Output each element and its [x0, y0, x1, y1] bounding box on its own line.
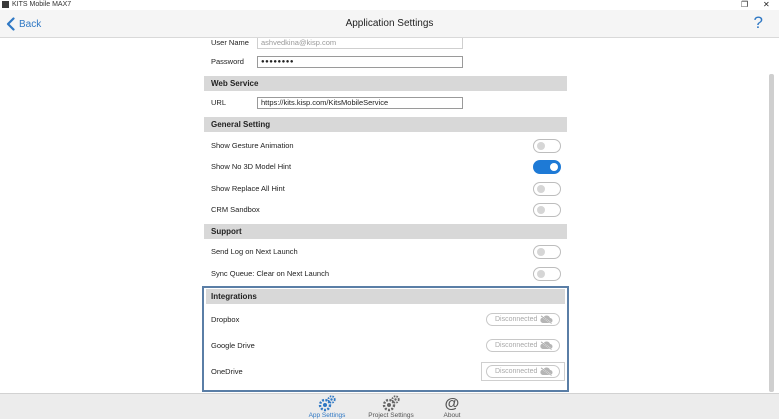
onedrive-connect-button[interactable]: Disconnected [486, 365, 560, 378]
setting-label: Show Replace All Hint [211, 184, 285, 193]
tab-project-settings[interactable]: Project Settings [361, 395, 421, 419]
tab-label: About [443, 412, 461, 419]
cloud-off-icon [540, 367, 553, 376]
url-label: URL [211, 98, 227, 107]
setting-label: Show No 3D Model Hint [211, 162, 292, 171]
gears-icon [318, 395, 336, 412]
gesture-animation-toggle[interactable] [533, 139, 561, 153]
replace-all-hint-toggle[interactable] [533, 182, 561, 196]
cloud-off-icon [540, 315, 553, 324]
toggle-knob [550, 163, 558, 171]
google-drive-connect-button[interactable]: Disconnected [486, 339, 560, 352]
navigation-bar: Back Application Settings ? [0, 10, 779, 38]
send-log-toggle[interactable] [533, 245, 561, 259]
toggle-knob [537, 270, 545, 278]
close-button[interactable]: ✕ [763, 0, 770, 10]
section-integrations: Integrations [206, 289, 565, 304]
tab-label: App Settings [308, 412, 346, 419]
tab-app-settings[interactable]: App Settings [297, 395, 357, 419]
toggle-knob [537, 248, 545, 256]
tab-label: Project Settings [368, 412, 414, 419]
at-sign-icon: @ [444, 395, 460, 412]
integration-label: Dropbox [211, 315, 240, 324]
setting-label: Send Log on Next Launch [211, 247, 298, 256]
page-title: Application Settings [345, 18, 434, 29]
section-web-service: Web Service [204, 76, 567, 91]
toggle-knob [537, 142, 545, 150]
sync-queue-clear-toggle[interactable] [533, 267, 561, 281]
window-title: KITS Mobile MAX7 [12, 1, 72, 8]
gears-icon [382, 395, 400, 412]
window-titlebar: KITS Mobile MAX7 ❐ ✕ [0, 0, 779, 10]
restore-button[interactable]: ❐ [741, 0, 748, 10]
settings-content[interactable]: User Name ashvedkina@kisp.com Password ●… [0, 38, 779, 393]
scrollbar[interactable] [769, 74, 774, 392]
app-icon [2, 1, 9, 8]
integration-label: OneDrive [211, 367, 243, 376]
section-support: Support [204, 224, 567, 239]
toggle-knob [537, 185, 545, 193]
connection-status: Disconnected [495, 316, 538, 323]
crm-sandbox-toggle[interactable] [533, 203, 561, 217]
connection-status: Disconnected [495, 368, 538, 375]
tab-about[interactable]: @ About [422, 395, 482, 419]
setting-label: Show Gesture Animation [211, 141, 294, 150]
url-field[interactable]: https://kits.kisp.com/KitsMobileService [257, 97, 463, 109]
setting-label: CRM Sandbox [211, 205, 260, 214]
no-3d-model-hint-toggle[interactable] [533, 160, 561, 174]
toggle-knob [537, 206, 545, 214]
connection-status: Disconnected [495, 342, 538, 349]
dropbox-connect-button[interactable]: Disconnected [486, 313, 560, 326]
integration-label: Google Drive [211, 341, 255, 350]
help-icon[interactable]: ? [754, 13, 763, 33]
bottom-tab-bar: App Settings Project Settings @ About [0, 393, 779, 419]
user-name-label: User Name [211, 38, 249, 47]
cloud-off-icon [540, 341, 553, 350]
setting-label: Sync Queue: Clear on Next Launch [211, 269, 329, 278]
user-name-field[interactable]: ashvedkina@kisp.com [257, 38, 463, 49]
password-field[interactable]: ●●●●●●●● [257, 56, 463, 68]
password-label: Password [211, 57, 244, 66]
section-general-setting: General Setting [204, 117, 567, 132]
